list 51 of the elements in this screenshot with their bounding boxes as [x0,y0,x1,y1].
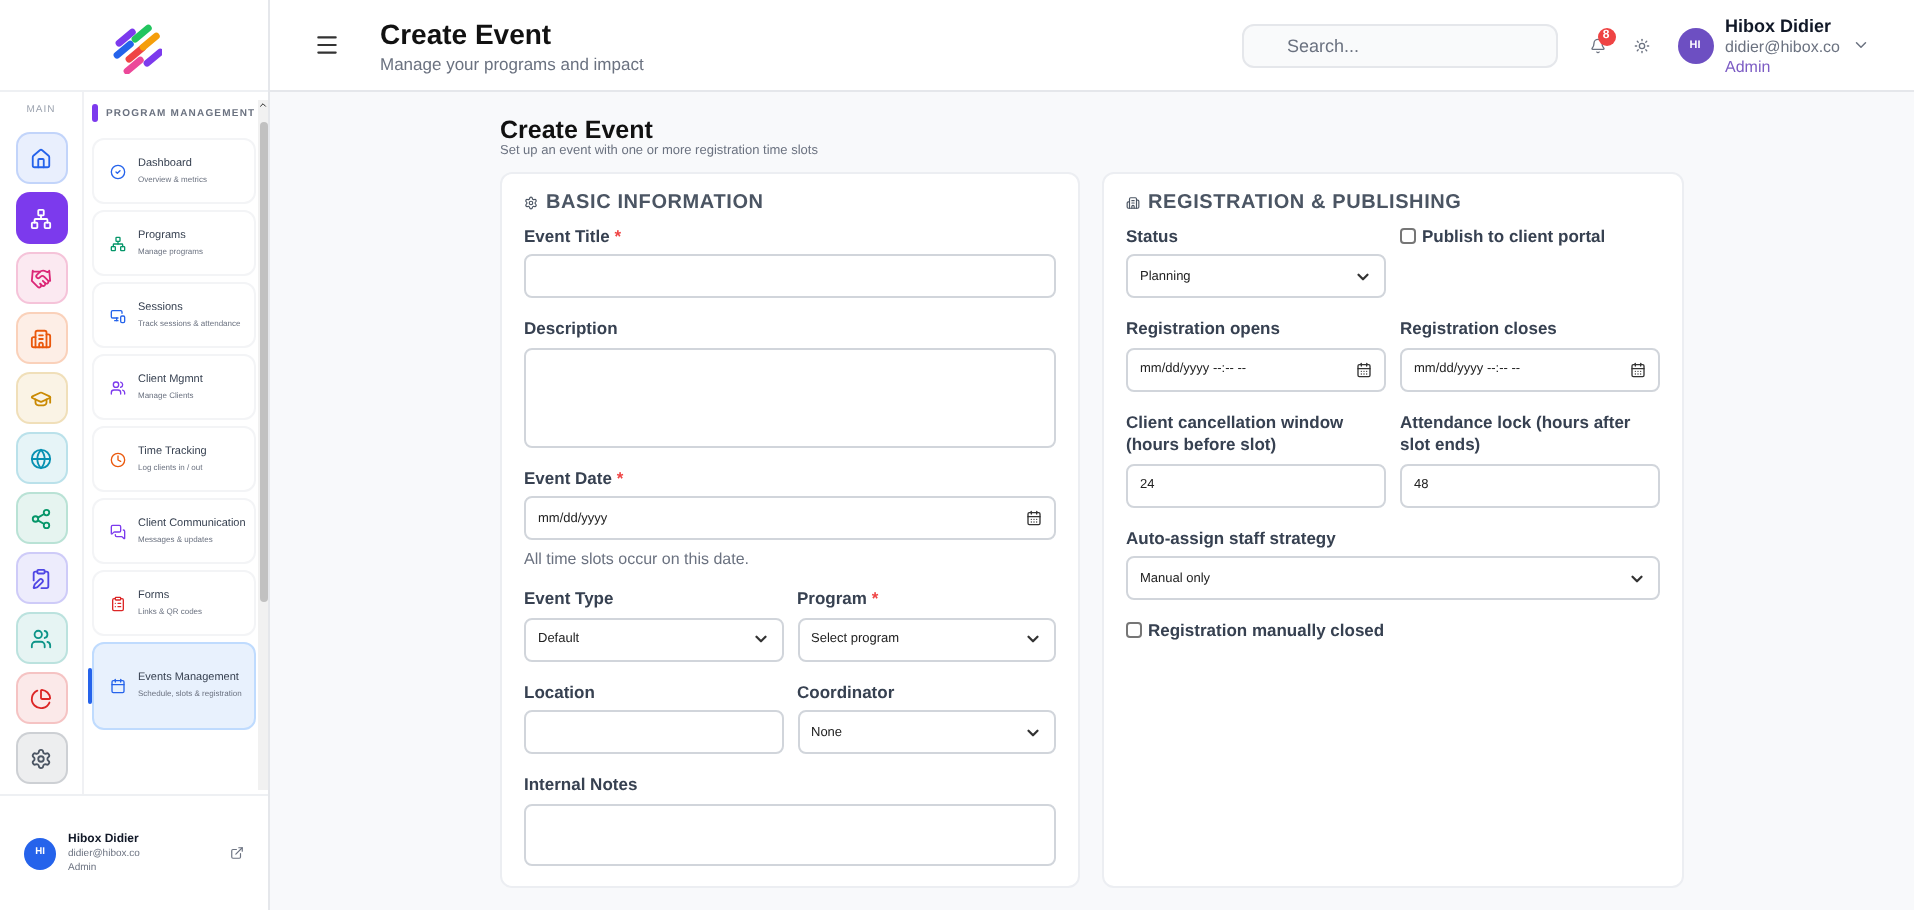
bell-icon[interactable] [1589,37,1606,53]
calendar-icon[interactable] [1026,510,1042,527]
building-icon [1126,196,1140,210]
checkbox-option[interactable]: Registration manually closed [1126,620,1660,641]
field-label: Event Date * [524,467,626,491]
required-mark: * [616,467,624,488]
page-title: Create Event [500,116,655,144]
checkbox-option[interactable]: Publish to client portal [1400,226,1660,246]
user-role: Admin [1725,57,1773,75]
card-title: REGISTRATION & PUBLISHING [1148,192,1462,214]
field-hint: All time slots occur on this date. [524,550,751,569]
header-title: Create Event [380,17,554,49]
rail-button[interactable] [15,312,67,364]
rail-button[interactable] [15,612,67,664]
required-mark: * [871,588,879,609]
chevron-up-icon[interactable] [258,100,268,110]
field-label: Location [524,681,597,705]
user-name: Hibox Didier [1725,15,1834,35]
calendar-icon[interactable] [1630,361,1646,378]
rail-button[interactable] [15,132,67,184]
field-label: Registration closes [1400,318,1559,342]
field-label: Client cancellation window (hours before slot) [1126,411,1346,458]
menu-icon[interactable] [314,32,340,58]
rail-button[interactable] [15,432,67,484]
search-field[interactable]: Search... [1241,23,1558,67]
calendar-icon[interactable] [1356,361,1372,378]
field-label: Coordinator [797,681,897,705]
field-label: Registration opens [1126,318,1282,342]
field-label: Program * [797,588,881,612]
hierarchy-icon [30,207,52,229]
required-mark: * [614,226,622,246]
field-label: Internal Notes [524,774,640,798]
card-title: BASIC INFORMATION [546,192,764,214]
field-label: Event Title * [524,226,624,249]
field-label: Event Type [524,588,616,612]
field-label: Attendance lock (hours after slot ends) [1400,411,1633,458]
rail-button[interactable] [15,732,67,784]
rail-button[interactable] [15,672,67,724]
rail-button[interactable] [15,192,67,244]
user-email: didier@hibox.co [1725,37,1840,55]
rail-button[interactable] [15,252,67,304]
rail-button[interactable] [15,492,67,544]
field-label: Auto-assign staff strategy [1126,527,1338,551]
header-subtitle: Manage your programs and impact [380,53,646,73]
chevron-down-icon[interactable] [1852,36,1870,54]
theme-icon[interactable] [1633,37,1650,53]
gear-icon [524,196,538,210]
external-link-icon[interactable] [230,846,244,860]
field-label: Description [524,318,620,342]
field-label: Status [1126,226,1180,249]
rail-button[interactable] [15,552,67,604]
